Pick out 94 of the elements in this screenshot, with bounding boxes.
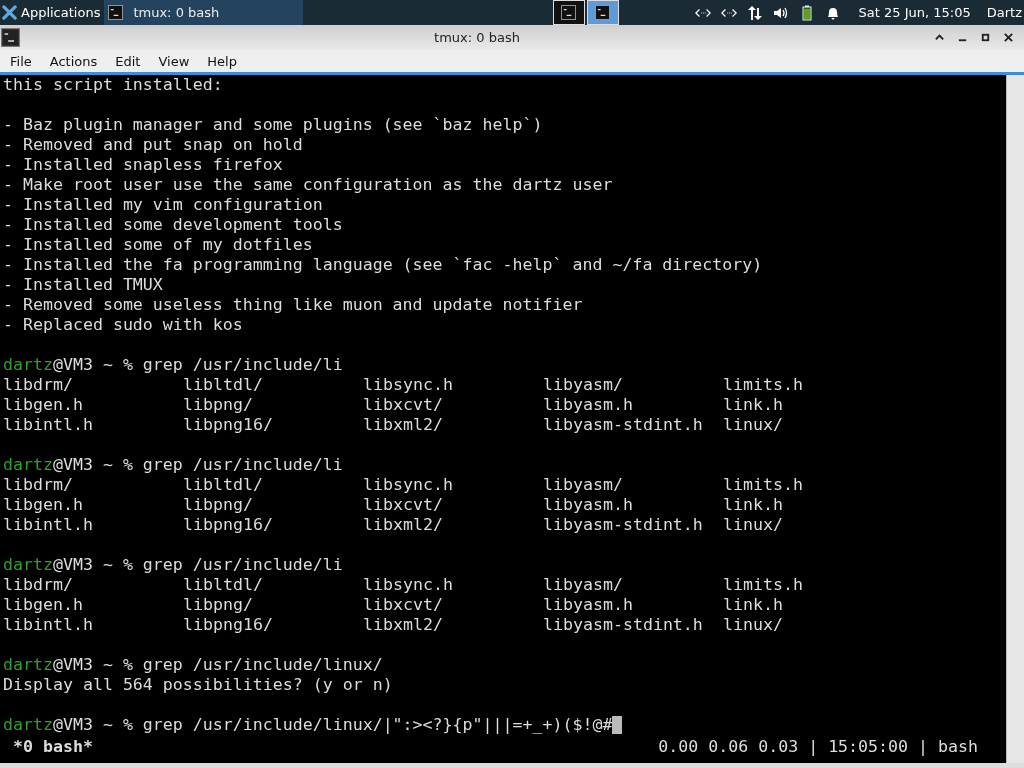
- prompt-user: dartz: [3, 455, 53, 475]
- menu-item[interactable]: Actions: [39, 53, 106, 69]
- file-name: libdrm/: [3, 475, 73, 494]
- terminal-icon: [595, 5, 611, 20]
- file-name: libxml2/: [363, 415, 443, 434]
- file-name: libpng/: [183, 495, 253, 514]
- terminal-output-line: - Removed some useless thing like muon and update notifier: [3, 295, 583, 315]
- file-name: libsync.h: [363, 475, 453, 494]
- file-name: libxcvt/: [363, 595, 443, 614]
- terminal-output-line: - Installed some of my dotfiles: [3, 235, 313, 255]
- file-name: libltdl/: [183, 375, 263, 394]
- file-name: libsync.h: [363, 575, 453, 594]
- file-name: link.h: [723, 495, 783, 514]
- file-name: libxml2/: [363, 515, 443, 534]
- file-name: limits.h: [723, 475, 803, 494]
- user-name[interactable]: Dartz: [986, 5, 1022, 20]
- file-name: libpng16/: [183, 515, 273, 534]
- file-name: libdrm/: [3, 375, 73, 394]
- file-name: libxml2/: [363, 615, 443, 634]
- command-line: @VM3 ~ % grep /usr/include/linux/|":><?}{p"|||=+_+)($!@#: [52, 715, 613, 735]
- terminal-icon: [108, 5, 124, 20]
- file-name: linux/: [723, 615, 783, 634]
- applications-menu[interactable]: Applications: [0, 0, 105, 25]
- terminal-output-line: - Removed and put snap on hold: [3, 135, 303, 155]
- network-icon[interactable]: [720, 6, 737, 19]
- file-name: libyasm/: [543, 575, 623, 594]
- file-name: libyasm/: [543, 475, 623, 494]
- terminal-output-line: - Installed my vim configuration: [3, 195, 323, 215]
- terminal-output-line: - Baz plugin manager and some plugins (see `baz help`): [3, 115, 543, 135]
- file-name: libpng/: [183, 595, 253, 614]
- file-name: libyasm-stdint.h: [543, 515, 703, 534]
- file-name: limits.h: [723, 375, 803, 394]
- transfer-arrows-icon[interactable]: [746, 4, 763, 21]
- menu-item[interactable]: Help: [197, 53, 245, 69]
- file-name: libyasm/: [543, 375, 623, 394]
- file-name: link.h: [723, 395, 783, 414]
- command-line: @VM3 ~ % grep /usr/include/li: [52, 455, 343, 475]
- file-name: libintl.h: [3, 515, 93, 534]
- terminal-output-line: - Installed snapless firefox: [3, 155, 283, 175]
- file-name: libyasm-stdint.h: [543, 415, 703, 434]
- file-name: libxcvt/: [363, 495, 443, 514]
- terminal-launcher-button[interactable]: [586, 0, 619, 25]
- file-name: libintl.h: [3, 415, 93, 434]
- x-logo-icon: [2, 5, 17, 20]
- file-name: libyasm.h: [543, 495, 633, 514]
- menu-item[interactable]: Edit: [105, 53, 149, 69]
- file-name: libxcvt/: [363, 395, 443, 414]
- command-line: @VM3 ~ % grep /usr/include/li: [52, 555, 343, 575]
- terminal-output-line: - Installed some development tools: [3, 215, 343, 235]
- file-name: libyasm-stdint.h: [543, 615, 703, 634]
- tmux-window-label: *0 bash*: [13, 737, 93, 757]
- keep-above-icon[interactable]: [934, 32, 945, 43]
- taskbar-window-button[interactable]: tmux: 0 bash: [104, 0, 304, 25]
- terminal-icon: [1, 28, 20, 47]
- file-name: libdrm/: [3, 575, 73, 594]
- terminal-output-line: - Installed the fa programming language (see `fac -help` and ~/fa directory): [3, 255, 763, 275]
- file-name: libpng16/: [183, 615, 273, 634]
- file-name: libgen.h: [3, 395, 83, 414]
- file-name: linux/: [723, 515, 783, 534]
- terminal-output-line: - Make root user use the same configuration as the dartz user: [3, 175, 613, 195]
- file-name: libgen.h: [3, 595, 83, 614]
- file-name: libyasm.h: [543, 595, 633, 614]
- network-icon[interactable]: [694, 6, 711, 19]
- terminal-icon: [561, 5, 577, 20]
- command-line: @VM3 ~ % grep /usr/include/li: [52, 355, 343, 375]
- file-name: limits.h: [723, 575, 803, 594]
- prompt-user: dartz: [3, 355, 53, 375]
- scrollbar[interactable]: [1006, 75, 1024, 763]
- file-name: libintl.h: [3, 615, 93, 634]
- terminal-output-line: - Installed TMUX: [3, 275, 163, 295]
- file-name: libltdl/: [183, 575, 263, 594]
- clock[interactable]: Sat 25 Jun, 15:05: [858, 5, 971, 20]
- terminal-output-line: - Replaced sudo with kos: [3, 315, 243, 335]
- window-title: tmux: 0 bash: [433, 30, 521, 45]
- file-name: linux/: [723, 415, 783, 434]
- file-name: libyasm.h: [543, 395, 633, 414]
- file-name: libpng16/: [183, 415, 273, 434]
- menu-item[interactable]: View: [148, 53, 198, 69]
- file-name: libsync.h: [363, 375, 453, 394]
- file-name: link.h: [723, 595, 783, 614]
- close-icon[interactable]: [1003, 32, 1014, 43]
- command-line: @VM3 ~ % grep /usr/include/linux/: [52, 655, 383, 675]
- file-name: libpng/: [183, 395, 253, 414]
- maximize-icon[interactable]: [980, 32, 991, 43]
- terminal-output-line: this script installed:: [3, 75, 223, 95]
- terminal-output-line: Display all 564 possibilities? (y or n): [3, 675, 393, 695]
- prompt-user: dartz: [3, 655, 53, 675]
- prompt-user: dartz: [3, 715, 53, 735]
- terminal-launcher-button[interactable]: [552, 0, 585, 25]
- menu-item[interactable]: File: [0, 53, 40, 69]
- tmux-status-info: 0.00 0.06 0.03 | 15:05:00 | bash: [658, 737, 978, 757]
- file-name: libgen.h: [3, 495, 83, 514]
- file-name: libltdl/: [183, 475, 263, 494]
- prompt-user: dartz: [3, 555, 53, 575]
